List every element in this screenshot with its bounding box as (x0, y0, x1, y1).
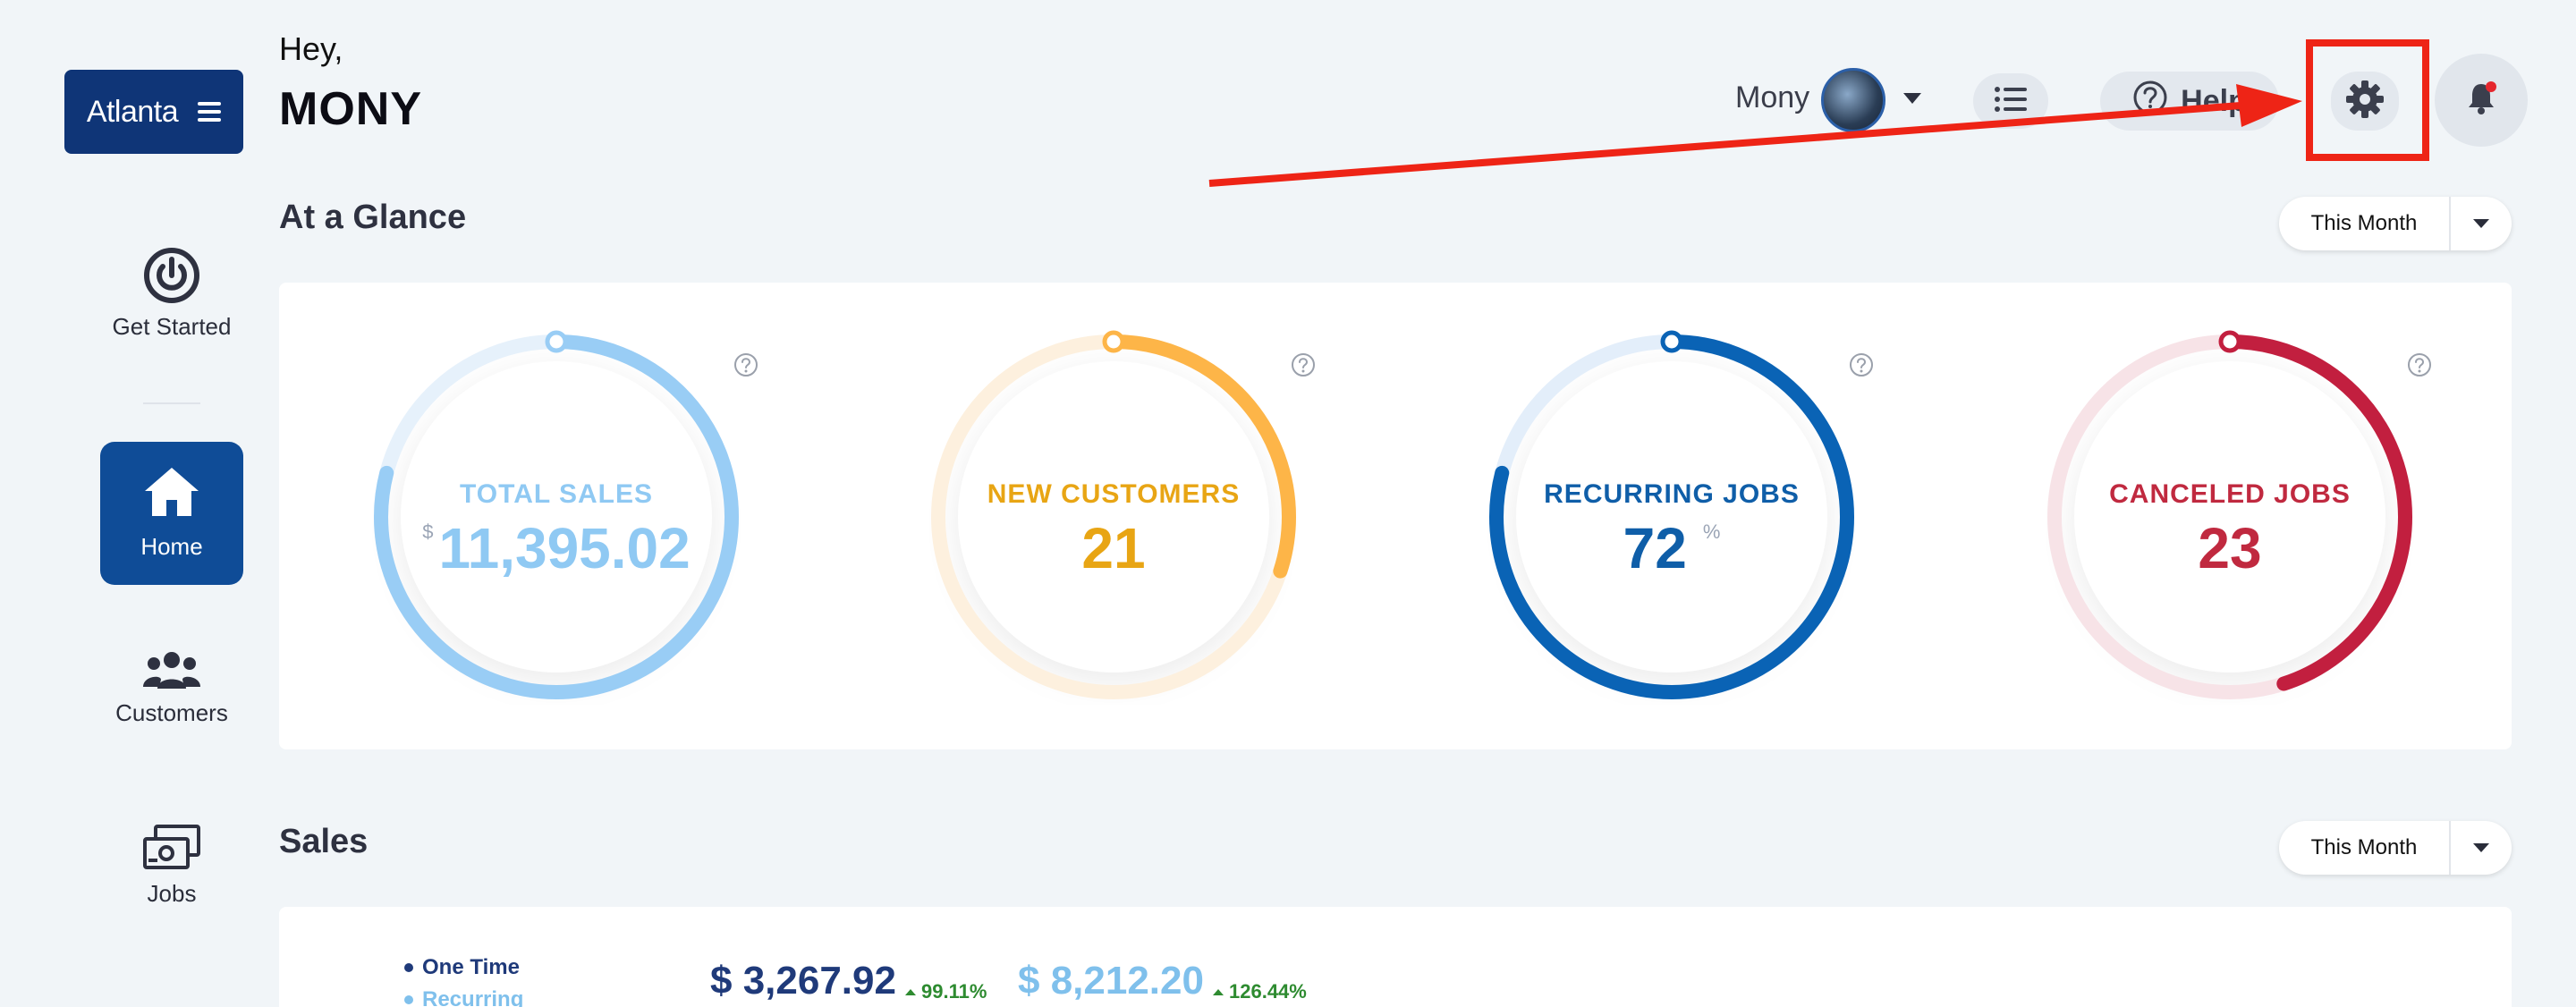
kpi-ring-knob (2218, 330, 2241, 353)
sales-period-select[interactable]: This Month (2279, 821, 2512, 875)
kpi-recurring-jobs: RECURRING JOBS 72% (1484, 329, 1873, 705)
users-icon (100, 651, 243, 690)
sidebar-item-label: Home (140, 533, 203, 560)
kpi-total-sales: TOTAL SALES $11,395.02 (369, 329, 758, 705)
legend-label: Recurring (422, 987, 524, 1007)
kpi-label: RECURRING JOBS (1544, 479, 1800, 509)
kpi-label: CANCELED JOBS (2109, 479, 2351, 509)
kpi-value: 11,395.02 (438, 516, 691, 580)
change-text: 126.44% (1229, 980, 1307, 1003)
glance-card: TOTAL SALES $11,395.02 NEW CUSTOMERS 21 RE… (279, 283, 2512, 749)
kpi-suffix: % (1702, 520, 1721, 543)
chevron-down-icon[interactable] (2451, 219, 2512, 228)
kpi-prefix: $ (422, 520, 434, 543)
info-help-icon[interactable] (1291, 352, 1316, 382)
sales-card: One Time Recurring $ 3,267.92 99.11% $ 8… (279, 907, 2512, 1007)
kpi-label: TOTAL SALES (459, 479, 654, 509)
sidebar-divider (143, 402, 200, 404)
kpi-label: NEW CUSTOMERS (987, 479, 1241, 509)
info-help-icon[interactable] (733, 352, 758, 382)
annotation-highlight-box (2306, 39, 2429, 161)
legend-label: One Time (422, 955, 520, 979)
sales-recurring-value: $ 8,212.20 (1018, 959, 1204, 1003)
sales-recurring-change: 126.44% (1213, 980, 1307, 1003)
trend-up-icon (1213, 989, 1224, 995)
sidebar-item-home[interactable]: Home (100, 442, 243, 585)
legend-one-time: One Time (404, 955, 523, 980)
sidebar-item-label: Customers (115, 699, 228, 726)
sales-one-time-value: $ 3,267.92 (710, 959, 896, 1003)
kpi-value-wrap: 23 (2042, 515, 2418, 581)
sidebar-item-label: Get Started (112, 313, 232, 340)
legend-dot (404, 995, 413, 1004)
kpi-ring-knob (545, 330, 568, 353)
kpi-value-wrap: 72% (1484, 515, 1860, 581)
sidebar-item-label: Jobs (147, 880, 197, 907)
legend-dot (404, 963, 413, 972)
period-label: This Month (2310, 211, 2418, 235)
kpi-new-customers: NEW CUSTOMERS 21 (926, 329, 1315, 705)
section-title-glance: At a Glance (279, 199, 467, 236)
period-label: This Month (2310, 835, 2418, 859)
kpi-value: 21 (1081, 516, 1146, 580)
chevron-down-icon[interactable] (2451, 843, 2512, 852)
jobs-icon (100, 825, 243, 871)
section-title-sales: Sales (279, 823, 369, 860)
sales-legend: One Time Recurring (404, 955, 523, 1007)
info-help-icon[interactable] (1849, 352, 1874, 382)
glance-period-select[interactable]: This Month (2279, 197, 2512, 250)
trend-up-icon (905, 989, 916, 995)
kpi-ring-knob (1102, 330, 1125, 353)
sales-one-time-change: 99.11% (905, 980, 987, 1003)
info-help-icon[interactable] (2407, 352, 2432, 382)
legend-recurring: Recurring (404, 987, 523, 1007)
kpi-ring-knob (1660, 330, 1683, 353)
kpi-value: 72 (1623, 516, 1687, 580)
kpi-canceled-jobs: CANCELED JOBS 23 (2042, 329, 2431, 705)
change-text: 99.11% (921, 980, 987, 1003)
sidebar-item-customers[interactable]: Customers (100, 651, 243, 727)
kpi-value-wrap: 21 (926, 515, 1301, 581)
sidebar-item-jobs[interactable]: Jobs (100, 825, 243, 908)
kpi-value-wrap: $11,395.02 (369, 515, 744, 581)
kpi-value: 23 (2198, 516, 2262, 580)
home-icon (143, 466, 200, 524)
